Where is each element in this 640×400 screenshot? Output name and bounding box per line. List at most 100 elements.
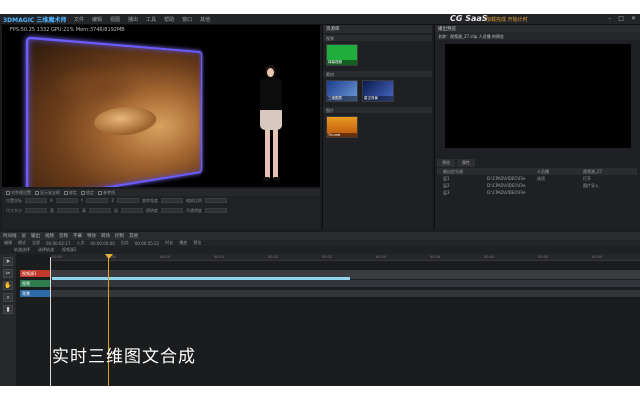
tab-other[interactable]: 其他	[129, 233, 138, 239]
tree-row[interactable]: 层3 D:\CPAD\VIDEO\File	[437, 189, 637, 196]
tab-preview[interactable]: 预览	[437, 159, 455, 167]
tab-layer[interactable]: 层	[22, 233, 27, 239]
tab-control[interactable]: 控制	[115, 233, 124, 239]
property-field[interactable]	[116, 198, 139, 203]
property-field[interactable]	[86, 198, 109, 203]
property-row: 尺寸大小 宽 高 深 透明度 不透明度	[2, 206, 320, 216]
asset-thumbnail[interactable]: 星空背景	[362, 80, 394, 102]
current-timecode[interactable]: 00:00:02:17	[46, 241, 70, 246]
tree-row[interactable]: 层2 D:\CPAD\VIDEO\File 图片导入	[437, 182, 637, 189]
tab-video[interactable]: 视频	[45, 233, 54, 239]
tree-cell: 层3	[443, 189, 450, 195]
tree-cell: D:\CPAD\VIDEO\File	[487, 183, 526, 188]
property-field[interactable]	[89, 208, 111, 213]
zoom-tool-icon[interactable]: ⌕	[3, 293, 13, 302]
output-preview-panel: 播出预览 名称：视频源_27.clip 人员播 的预览 预览 属性 输出信号源 …	[434, 25, 640, 229]
out-point-timecode[interactable]: 00:00:55:22	[135, 241, 159, 246]
properties-panel: 对齐格设置 显示安全框 绑定 锁定 参考线 位置坐标 X Y Z 旋转角度 缩放…	[2, 189, 320, 229]
presenter-figure[interactable]	[254, 65, 288, 183]
timeline-ruler[interactable]: 00:00 00:05 00:10 00:15 00:20 00:25 00:3…	[50, 254, 640, 261]
tab-effects[interactable]: 特效	[87, 233, 96, 239]
track-lane[interactable]	[50, 290, 640, 297]
checkbox-icon[interactable]	[81, 190, 85, 195]
asset-caption: 星空背景	[363, 96, 393, 101]
dune-shadow	[51, 63, 141, 109]
asset-thumbnail[interactable]: 三维图表	[326, 80, 358, 102]
track-header[interactable]: 视频源1	[20, 270, 50, 277]
asset-thumbnail[interactable]: 绿幕视频	[326, 44, 358, 66]
property-field[interactable]	[161, 208, 183, 213]
tab-transition[interactable]: 转场	[101, 233, 110, 239]
property-field[interactable]	[55, 198, 78, 203]
track-source-dropdown[interactable]: 视频源2	[62, 247, 77, 253]
ruler-tick: 00:00	[52, 255, 63, 259]
ruler-tick: 00:40	[484, 255, 495, 259]
window-controls: – □ ✕	[608, 15, 636, 22]
property-field[interactable]	[205, 208, 227, 213]
menu-item[interactable]: 文件	[74, 16, 84, 23]
checkbox-icon[interactable]	[35, 190, 39, 195]
in-point-timecode[interactable]: 00:00:00:00	[90, 241, 114, 246]
tree-row[interactable]: 层1 D:\CPAD\VIDEO\File 选项 打开	[437, 175, 637, 182]
toolbar-option[interactable]: 绑定	[64, 190, 77, 196]
option-label: 绑定	[69, 189, 77, 195]
asset-caption: 绿幕视频	[327, 60, 357, 65]
toolbar-option[interactable]: 锁定	[81, 190, 94, 196]
property-label: Z	[111, 198, 114, 203]
playhead-handle-icon[interactable]	[105, 254, 113, 259]
property-label: 透明度	[146, 208, 158, 213]
presenter-shoe	[263, 177, 270, 181]
checkbox-icon[interactable]	[6, 190, 10, 195]
property-field[interactable]	[57, 208, 79, 213]
menu-item[interactable]: 窗口	[182, 16, 192, 23]
output-monitor[interactable]	[445, 44, 631, 148]
asset-grid: 绿幕视频	[323, 41, 432, 69]
select-tool-icon[interactable]: ➤	[3, 257, 13, 266]
panel-title: 资源库	[323, 25, 432, 33]
property-field[interactable]	[160, 198, 183, 203]
menu-item[interactable]: 视图	[110, 16, 120, 23]
marker-tool-icon[interactable]: ▮	[3, 305, 13, 314]
tree-cell: 选项	[537, 175, 545, 181]
menu-item[interactable]: 播出	[128, 16, 138, 23]
property-label: 尺寸大小	[6, 208, 22, 213]
toolbar-option[interactable]: 对齐格设置	[6, 190, 31, 196]
tab-properties[interactable]: 属性	[457, 159, 475, 167]
property-field[interactable]	[25, 208, 47, 213]
virtual-screen[interactable]	[25, 36, 203, 187]
toolbar-option[interactable]: 显示安全框	[35, 190, 60, 196]
cut-tool-icon[interactable]: ✂	[3, 269, 13, 278]
tree-row[interactable]: 输出信号源 人员播 视频源_27	[437, 168, 637, 175]
menu-item[interactable]: 工具	[146, 16, 156, 23]
track-header[interactable]: 背景	[20, 290, 50, 297]
tab-subtitle[interactable]: 字幕	[73, 233, 82, 239]
minimize-icon[interactable]: –	[608, 15, 611, 22]
tab-output[interactable]: 输出	[31, 233, 40, 239]
track-select-dropdown[interactable]: 选择轨道	[38, 247, 54, 253]
property-field[interactable]	[204, 198, 227, 203]
status-text: 加载完成 开始计时	[486, 17, 528, 23]
maximize-icon[interactable]: □	[618, 15, 624, 22]
menu-item[interactable]: 帮助	[164, 16, 174, 23]
menu-item[interactable]: 编辑	[92, 16, 102, 23]
close-icon[interactable]: ✕	[631, 15, 636, 22]
menu-item[interactable]: 其他	[200, 16, 210, 23]
app-logo: 3DMAGIC 三维魔术师	[3, 17, 67, 24]
track-lane[interactable]	[50, 280, 640, 287]
presenter-skirt	[260, 110, 282, 130]
toolbar-option[interactable]: 参考线	[98, 190, 115, 196]
timeline-start-marker	[50, 257, 51, 386]
hand-tool-icon[interactable]: ✋	[3, 281, 13, 290]
property-field[interactable]	[25, 198, 47, 203]
checkbox-icon[interactable]	[98, 190, 102, 195]
checkbox-icon[interactable]	[64, 190, 68, 195]
property-field[interactable]	[121, 208, 143, 213]
tab-timeline[interactable]: 时间线	[3, 233, 17, 239]
property-label: X	[50, 198, 53, 203]
track-header[interactable]: 视频	[20, 280, 50, 287]
asset-thumbnail[interactable]: Thumb	[326, 116, 358, 138]
tab-audio[interactable]: 音频	[59, 233, 68, 239]
tree-cell: D:\CPAD\VIDEO\File	[487, 190, 526, 195]
preview-viewport[interactable]: FPS:50.25 1332 GPU:21% Mem:3746/8192MB	[2, 25, 320, 187]
property-label: 高	[82, 208, 86, 213]
